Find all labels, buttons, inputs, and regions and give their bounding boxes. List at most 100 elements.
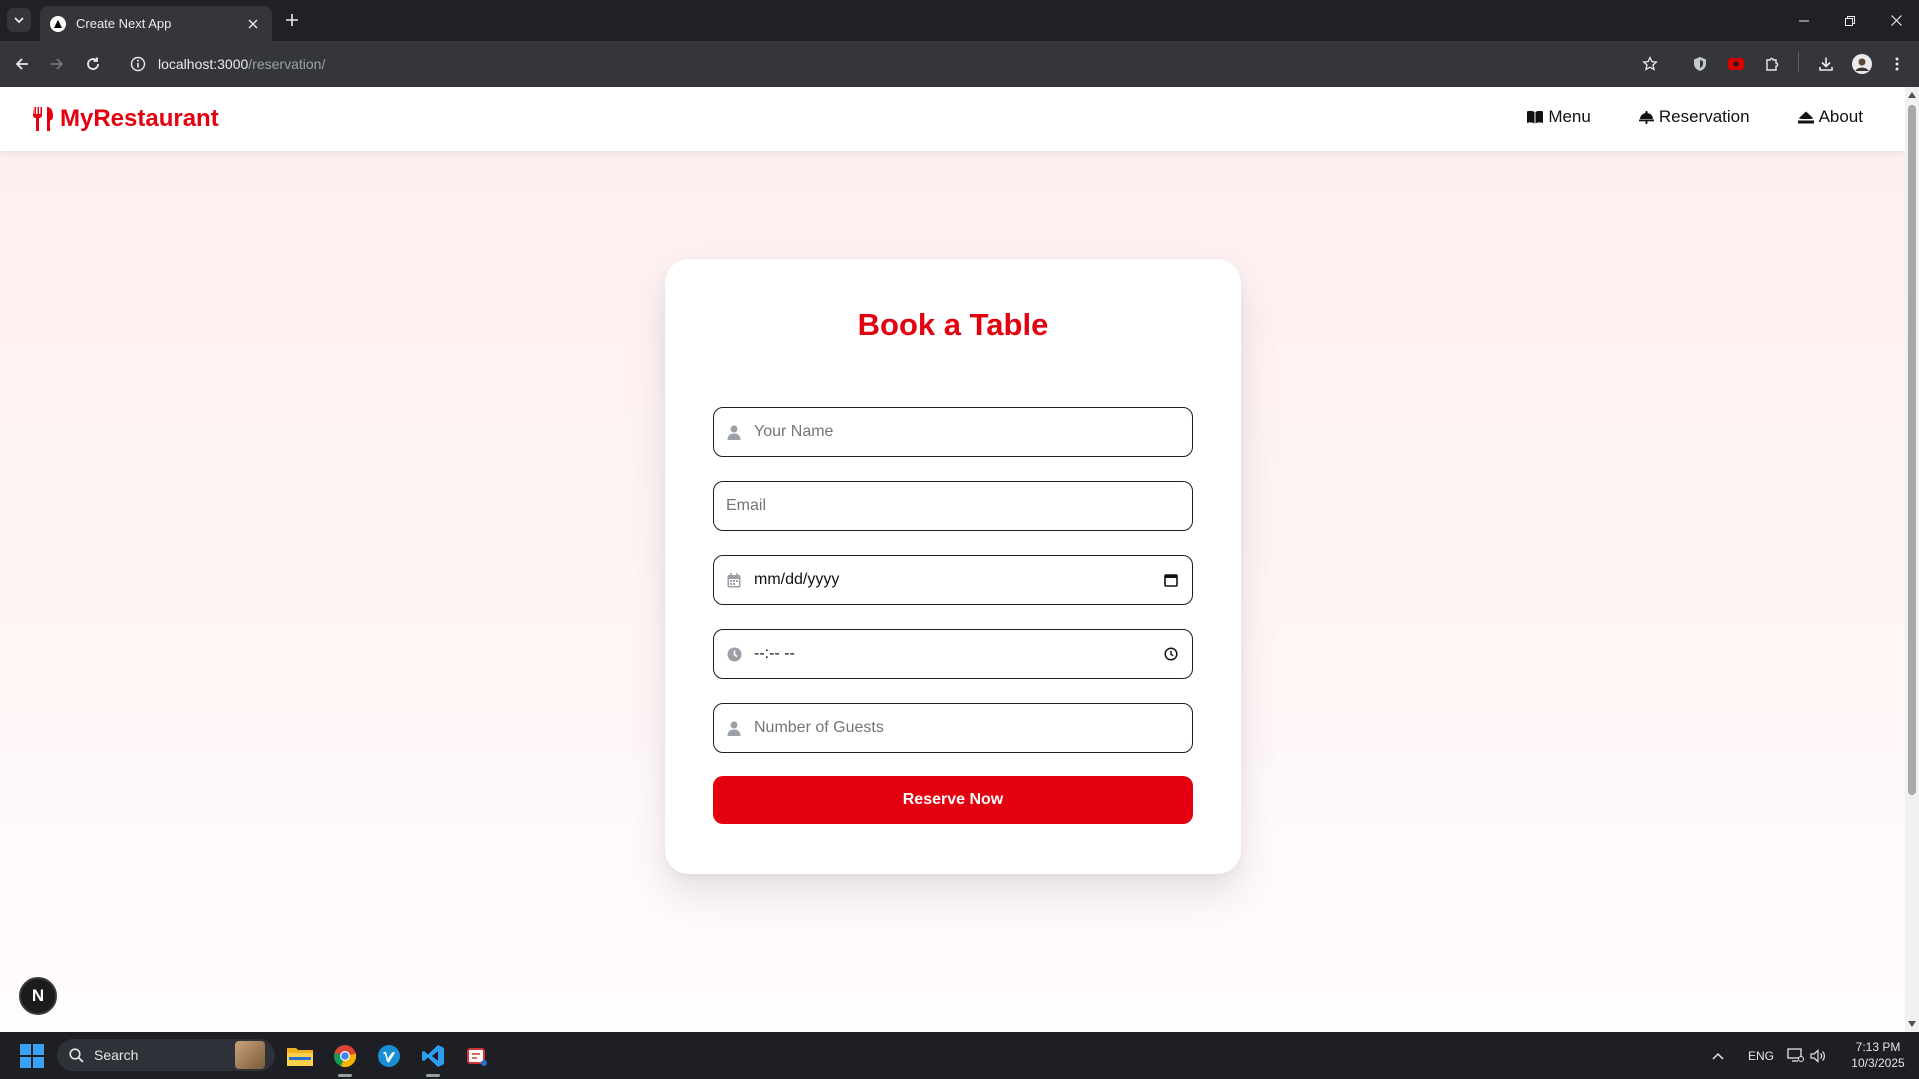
vscode-icon — [422, 1045, 444, 1067]
minimize-icon — [1799, 20, 1809, 21]
snipping-tool-icon — [467, 1048, 487, 1066]
chrome-button[interactable] — [331, 1042, 359, 1070]
puzzle-icon — [1766, 57, 1779, 71]
guests-placeholder: Number of Guests — [754, 719, 884, 736]
avatar-icon — [1852, 54, 1872, 74]
scroll-down-arrow-icon[interactable] — [1908, 1020, 1916, 1028]
name-field[interactable]: Your Name — [713, 407, 1193, 457]
site-info-icon[interactable] — [130, 56, 146, 72]
profile-button[interactable] — [1850, 52, 1874, 76]
bell-icon — [1638, 110, 1654, 124]
kebab-menu-icon — [1895, 57, 1899, 71]
address-bar[interactable]: localhost:3000/reservation/ — [120, 47, 1692, 81]
page-viewport: MyRestaurant Menu Reservation About Book… — [0, 87, 1905, 1032]
user-icon — [726, 720, 742, 736]
clock-date: 10/3/2025 — [1851, 1056, 1905, 1070]
home-icon — [1797, 111, 1814, 123]
date-value: mm/dd/yyyy — [754, 571, 840, 588]
network-icon — [1787, 1048, 1804, 1062]
language-label: ENG — [1748, 1048, 1775, 1063]
close-tab-icon[interactable] — [244, 15, 262, 33]
downloads-button[interactable] — [1814, 52, 1838, 76]
vimeo-app-button[interactable] — [375, 1042, 403, 1070]
reload-icon — [87, 57, 99, 70]
taskbar-clock[interactable]: 7:13 PM 10/3/2025 — [1838, 1039, 1918, 1071]
speaker-icon — [1810, 1048, 1825, 1063]
arrow-left-icon — [15, 58, 28, 70]
url-text: localhost:3000/reservation/ — [158, 56, 326, 72]
volume-button[interactable] — [1810, 1032, 1826, 1079]
windows-taskbar: Search ENG 7:13 PM 10/3/2025 — [0, 1032, 1919, 1079]
vscode-button[interactable] — [419, 1042, 447, 1070]
date-picker-icon[interactable] — [1162, 571, 1180, 589]
chrome-icon — [334, 1045, 357, 1068]
nextjs-favicon-icon — [50, 15, 66, 32]
close-window-button[interactable] — [1873, 0, 1919, 41]
show-hidden-icons-button[interactable] — [1712, 1032, 1724, 1079]
restore-icon — [1845, 15, 1855, 26]
brand-logo[interactable]: MyRestaurant — [32, 105, 219, 133]
file-explorer-button[interactable] — [286, 1042, 314, 1070]
reload-button[interactable] — [81, 52, 105, 76]
new-tab-button[interactable] — [281, 9, 303, 31]
nav-link-about[interactable]: About — [1797, 107, 1863, 127]
red-extension[interactable] — [1724, 52, 1748, 76]
search-label: Search — [94, 1047, 139, 1063]
snipping-tool-button[interactable] — [463, 1042, 491, 1070]
extensions-button[interactable] — [1760, 52, 1784, 76]
minimize-button[interactable] — [1781, 0, 1827, 41]
browser-tab[interactable]: Create Next App — [40, 6, 272, 41]
email-field[interactable]: Email — [713, 481, 1193, 531]
bookmark-button[interactable] — [1638, 52, 1662, 76]
calendar-icon — [726, 572, 742, 588]
name-placeholder: Your Name — [754, 423, 834, 440]
book-icon — [1527, 110, 1544, 124]
download-icon — [1819, 57, 1833, 71]
site-header: MyRestaurant Menu Reservation About — [0, 87, 1905, 151]
clock-time: 7:13 PM — [1855, 1040, 1901, 1054]
tab-title: Create Next App — [76, 16, 172, 31]
reservation-card: Book a Table Your Name Email mm/dd/yyyy … — [665, 259, 1241, 874]
nav-label-about: About — [1818, 107, 1863, 126]
search-highlight-image — [235, 1041, 265, 1069]
date-field[interactable]: mm/dd/yyyy — [713, 555, 1193, 605]
shield-extension[interactable] — [1688, 52, 1712, 76]
guests-field[interactable]: Number of Guests — [713, 703, 1193, 753]
back-button[interactable] — [10, 52, 34, 76]
taskbar-search[interactable]: Search — [57, 1039, 275, 1071]
chrome-menu-button[interactable] — [1885, 52, 1909, 76]
time-picker-icon[interactable] — [1162, 645, 1180, 663]
chevron-down-icon — [14, 17, 24, 24]
nextjs-dev-indicator[interactable]: N — [19, 977, 57, 1015]
network-button[interactable] — [1787, 1032, 1804, 1079]
chrome-active-indicator — [338, 1074, 352, 1077]
scrollbar-thumb[interactable] — [1908, 105, 1916, 795]
restore-button[interactable] — [1827, 0, 1873, 41]
tab-strip: Create Next App — [0, 0, 1919, 41]
scroll-up-arrow-icon[interactable] — [1908, 91, 1916, 99]
chevron-up-icon — [1712, 1052, 1724, 1060]
input-language[interactable]: ENG — [1748, 1032, 1774, 1079]
nav-label-menu: Menu — [1548, 107, 1591, 126]
plus-icon — [286, 14, 298, 26]
windows-logo-icon — [20, 1044, 44, 1068]
nav-link-menu[interactable]: Menu — [1527, 107, 1591, 127]
reserve-now-button[interactable]: Reserve Now — [713, 776, 1193, 824]
page-scrollbar[interactable] — [1905, 87, 1919, 1032]
start-button[interactable] — [18, 1042, 46, 1070]
email-placeholder: Email — [726, 497, 767, 514]
star-icon — [1642, 56, 1658, 71]
tab-search-button[interactable] — [7, 8, 31, 32]
user-icon — [726, 424, 742, 440]
form-title: Book a Table — [857, 307, 1049, 342]
arrow-right-icon — [51, 58, 64, 70]
time-field[interactable]: --:-- -- — [713, 629, 1193, 679]
vscode-active-indicator — [426, 1074, 440, 1077]
clock-icon — [726, 646, 742, 662]
shield-icon — [1694, 57, 1706, 71]
nav-label-reservation: Reservation — [1658, 107, 1750, 126]
close-icon — [1890, 15, 1902, 26]
forward-button[interactable] — [45, 52, 69, 76]
nav-link-reservation[interactable]: Reservation — [1638, 107, 1750, 127]
toolbar-divider — [1798, 52, 1799, 72]
